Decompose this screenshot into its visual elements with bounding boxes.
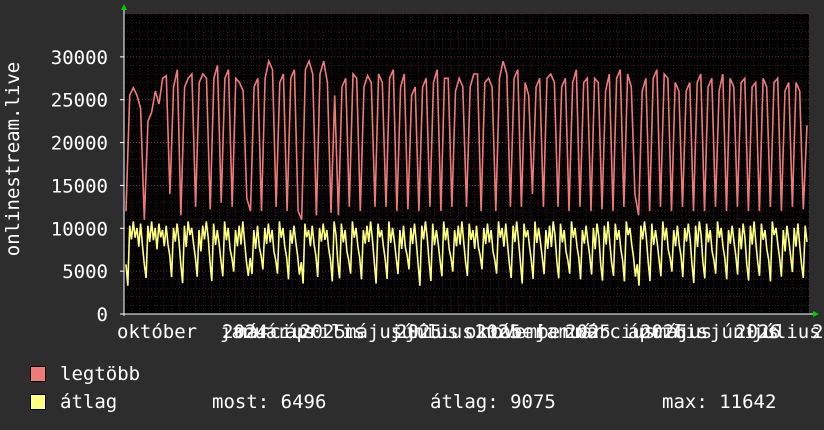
- legend-label-max: legtöbb: [60, 363, 141, 385]
- stat-max: max: 11642: [662, 391, 776, 413]
- legend-item-avg: átlag: [30, 391, 117, 413]
- legend-swatch-max: [30, 366, 46, 382]
- y-tick-label: 15000: [51, 175, 108, 197]
- x-tick-label: május: [655, 321, 712, 343]
- stat-avg: átlag: 9075: [430, 391, 556, 413]
- y-axis-arrow: [121, 4, 127, 10]
- y-tick-label: 25000: [51, 90, 108, 112]
- stat-now: most: 6496: [212, 391, 326, 413]
- x-tick-label: 2: [812, 321, 823, 343]
- legend-swatch-avg: [30, 394, 46, 410]
- legend-label-avg: átlag: [60, 391, 118, 413]
- legend-item-max: legtöbb: [30, 363, 140, 385]
- y-tick-label: 30000: [51, 47, 108, 69]
- stat-now-value: 6496: [280, 391, 327, 413]
- x-tick-label: 2025: [300, 321, 346, 343]
- y-tick-label: 20000: [51, 133, 108, 155]
- y-tick-label: 10000: [51, 218, 108, 240]
- stat-avg-value: 9075: [510, 391, 556, 413]
- stat-max-value: 11642: [719, 391, 777, 413]
- y-axis-label: onlinestream.live: [2, 62, 24, 256]
- stat-avg-label: átlag:: [430, 391, 499, 413]
- x-tick-label: július: [405, 321, 474, 343]
- x-axis-arrow: [813, 311, 819, 317]
- x-tick-label: október: [117, 321, 197, 343]
- x-tick-label: július: [752, 321, 821, 343]
- stat-now-label: most:: [212, 391, 270, 413]
- y-tick-label: 0: [97, 304, 108, 326]
- stat-max-label: max:: [662, 391, 708, 413]
- y-tick-label: 5000: [62, 261, 108, 283]
